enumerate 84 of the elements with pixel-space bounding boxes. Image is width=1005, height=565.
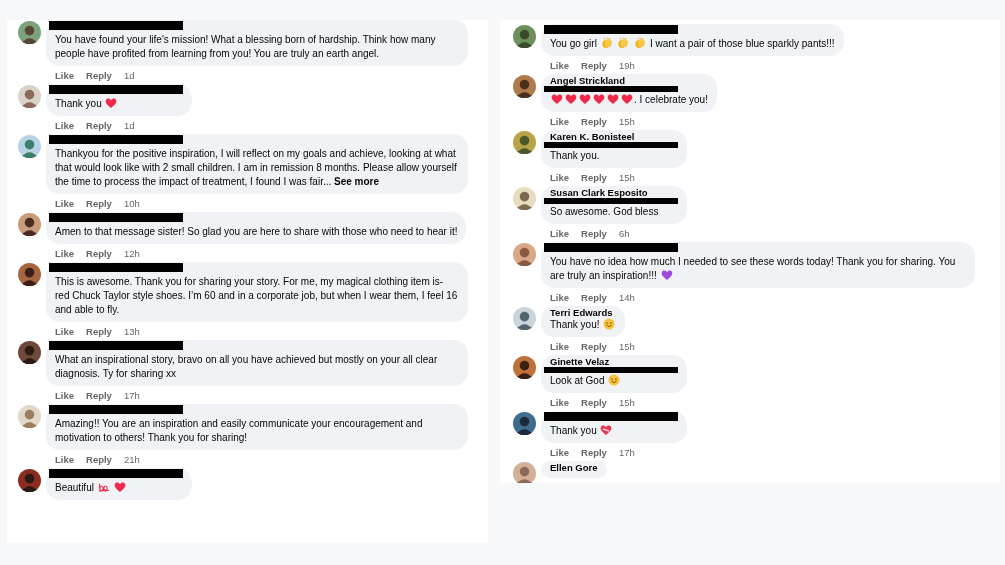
comment-text: Thankyou for the positive inspiration, I will reflect on my goals and achieve, looking at what that would look like with 2 small children. I am in remission 8 months. Please allow yourself the time to process the impact of treatment, I found I was fair... See more <box>55 148 457 187</box>
reply-button[interactable]: Reply <box>86 326 112 338</box>
commenter-name[interactable]: Terri Edwards <box>550 307 617 318</box>
comment-text: . I celebrate you! <box>634 94 708 105</box>
comment-text: Amazing!! You are an inspiration and easily communicate your encouragement and motivation to others! Thank you for sharing! <box>55 418 423 443</box>
smiley-icon <box>608 374 621 386</box>
reply-button[interactable]: Reply <box>581 228 607 240</box>
heart-icon <box>551 93 563 105</box>
comment-text: So awesome. God bless <box>550 206 659 217</box>
like-button[interactable]: Like <box>550 341 569 353</box>
like-button[interactable]: Like <box>550 447 569 459</box>
comment-time: 15h <box>618 397 635 409</box>
reply-button[interactable]: Reply <box>581 172 607 184</box>
comment-text: Look at God <box>550 375 622 386</box>
like-button[interactable]: Like <box>55 70 74 82</box>
heart-icon <box>607 93 619 105</box>
reply-button[interactable]: Reply <box>86 390 112 402</box>
commenter-name[interactable]: Angel Strickland <box>550 75 708 86</box>
heart-icon <box>579 93 591 105</box>
like-button[interactable]: Like <box>550 116 569 128</box>
clapping-hands-icon <box>600 37 613 49</box>
reply-button[interactable]: Reply <box>86 120 112 132</box>
heart-icon <box>660 269 673 281</box>
heart-icon <box>593 93 605 105</box>
comment-time: 12h <box>123 248 140 260</box>
comment-time: 14h <box>618 292 635 304</box>
comment-time: 10h <box>123 198 140 210</box>
heart-icon <box>600 424 613 436</box>
comment-text: Thank you <box>55 98 119 109</box>
comment-time: 21h <box>123 454 140 466</box>
like-button[interactable]: Like <box>55 390 74 402</box>
heart-icon <box>565 93 577 105</box>
reply-button[interactable]: Reply <box>581 397 607 409</box>
comment-time: 17h <box>618 447 635 459</box>
reply-button[interactable]: Reply <box>86 70 112 82</box>
heart-icon <box>105 97 118 109</box>
comment-time: 15h <box>618 341 635 353</box>
comment-time: 19h <box>618 60 635 72</box>
comment-text: Amen to that message sister! So glad you are here to share with those who need to hear it! <box>55 226 458 237</box>
see-more-link[interactable]: See more <box>334 176 380 187</box>
like-button[interactable]: Like <box>55 120 74 132</box>
comment-text: Thank you <box>550 425 614 436</box>
comment-time: 13h <box>123 326 140 338</box>
comment-text: Thank you! <box>550 319 617 330</box>
smiley-icon <box>603 318 616 330</box>
reply-button[interactable]: Reply <box>581 116 607 128</box>
comment-text: Thank you. <box>550 150 600 161</box>
comment-text: Beautiful <box>55 482 128 493</box>
commenter-name[interactable]: Karen K. Bonisteel <box>550 131 678 142</box>
comment-text: This is awesome. Thank you for sharing your story. For me, my magical clothing item is- red Chuck Taylor style shoes. I’m 60 and in a corporate job, but when I wear them, I feel 16 and able to fly. <box>55 276 458 315</box>
like-button[interactable]: Like <box>55 454 74 466</box>
comment-text: You have no idea how much I needed to see these words today! Thank you for sharing. You are truly an inspiration!!! <box>550 256 956 281</box>
comment-time: 1d <box>123 70 135 82</box>
reply-button[interactable]: Reply <box>86 198 112 210</box>
like-button[interactable]: Like <box>55 248 74 260</box>
comment-time: 1d <box>123 120 135 132</box>
heart-icon <box>621 93 633 105</box>
commenter-name[interactable]: Ellen Gore <box>550 462 598 473</box>
reply-button[interactable]: Reply <box>86 248 112 260</box>
reply-button[interactable]: Reply <box>581 341 607 353</box>
like-button[interactable]: Like <box>55 326 74 338</box>
clapping-hands-icon <box>634 37 647 49</box>
reply-button[interactable]: Reply <box>581 60 607 72</box>
like-button[interactable]: Like <box>550 292 569 304</box>
like-button[interactable]: Like <box>550 172 569 184</box>
reply-button[interactable]: Reply <box>86 454 112 466</box>
reply-button[interactable]: Reply <box>581 447 607 459</box>
comment-text: You have found your life's mission! What a blessing born of hardship. Think how many people have profited from learning from you! You are truly an earth angel. <box>55 34 436 59</box>
comment-time: 17h <box>123 390 140 402</box>
like-button[interactable]: Like <box>550 397 569 409</box>
like-button[interactable]: Like <box>550 60 569 72</box>
comment-text: You go girl <box>550 38 648 49</box>
comment-text: I want a pair of those blue sparkly pants!!! <box>650 38 835 49</box>
comment-time: 15h <box>618 172 635 184</box>
commenter-name[interactable]: Susan Clark Esposito <box>550 187 678 198</box>
comment-time: 6h <box>618 228 630 240</box>
like-button[interactable]: Like <box>55 198 74 210</box>
like-button[interactable]: Like <box>550 228 569 240</box>
comment-text: What an inspirational story, bravo on all you have achieved but mostly on your all clear diagnosis. Ty for sharing xx <box>55 354 438 379</box>
reply-button[interactable]: Reply <box>581 292 607 304</box>
clapping-hands-icon <box>617 37 630 49</box>
heart-icon <box>114 481 127 493</box>
commenter-name[interactable]: Ginette Velaz <box>550 356 678 367</box>
comment-time: 15h <box>618 116 635 128</box>
